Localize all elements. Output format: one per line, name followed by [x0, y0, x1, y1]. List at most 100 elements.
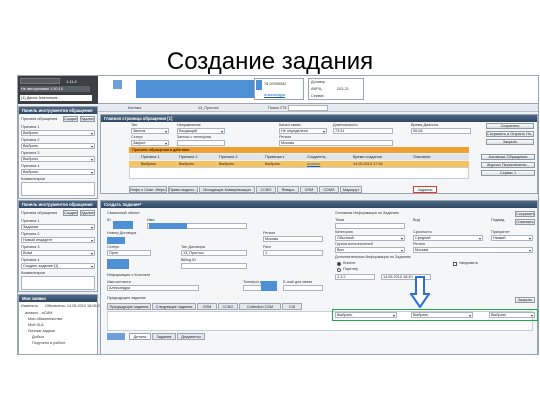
tab-documents[interactable]: Документы — [177, 333, 205, 340]
tab-session-info[interactable]: Инфо о Сеан. Инфо. — [129, 186, 167, 193]
tab-details[interactable]: Детали — [129, 333, 151, 340]
phone-record-label: Запись с телефона — [177, 135, 211, 139]
reason-4-select[interactable]: Выбрать — [21, 169, 95, 175]
subkind-select[interactable]: Выбрать — [489, 312, 535, 318]
save-open-new-button[interactable]: Сохранить и Открыть Но... — [486, 131, 534, 137]
tools-panel-2-title: Панель инструментов обращения — [19, 201, 97, 208]
reason2-2-select[interactable]: Новый инцидент — [21, 237, 95, 243]
task-status-field: Open — [107, 250, 151, 256]
request-item-1[interactable]: acrasov - аСИМ — [25, 311, 52, 315]
softphone-buttons[interactable] — [20, 78, 60, 84]
time-field[interactable]: 1:1:2 — [335, 274, 375, 280]
priority-select[interactable]: Низкий — [491, 235, 533, 241]
tab-route[interactable]: Маршрут — [340, 186, 362, 193]
dialog-time-label: Время Диалога — [411, 123, 439, 127]
service-1-button[interactable]: Сервис 1 — [481, 170, 535, 176]
nav-contact-value: 13_Прогноз — [198, 106, 219, 110]
group-select[interactable]: Вип — [335, 247, 405, 253]
softphone-line[interactable]: (1) Денис Анатольев... — [20, 95, 92, 101]
reason2-4-select[interactable]: Создать задание [1] — [21, 263, 95, 269]
tab-collection[interactable]: Collection CSM — [239, 303, 281, 310]
reason2-1-select[interactable]: Задания — [21, 224, 95, 230]
group-label: Группа исполнителей — [335, 242, 373, 246]
tab-tasks[interactable]: Задания — [413, 186, 437, 193]
tab-task-ccbo[interactable]: CCBO — [218, 303, 238, 310]
softphone-panel: Не авторизован 1:30:14 1:11:2 (1) Денис … — [18, 76, 98, 104]
task-cancel-button[interactable]: Отменить — [515, 219, 535, 225]
tab-video[interactable]: Прямо видеоз... — [168, 186, 198, 193]
request-item-3[interactable]: Мой SLA — [28, 323, 44, 327]
tab-january[interactable]: Январь — [277, 186, 299, 193]
tab-cdms[interactable]: CDMS — [319, 186, 339, 193]
reason2-3-select[interactable]: Возм — [21, 250, 95, 256]
reason-1-label: Причина 1 — [21, 125, 40, 129]
type-select[interactable]: Звонок — [131, 128, 169, 134]
request-item-5[interactable]: Добыл — [32, 335, 44, 339]
channel-select[interactable]: Не определено — [279, 128, 327, 134]
theme-select[interactable]: Выбрать — [335, 312, 397, 318]
nav-search-label: Поиск СТК — [268, 106, 287, 110]
phone-record-field[interactable] — [177, 140, 225, 146]
contact-name-label: Имя контакта — [107, 280, 131, 284]
kind-select[interactable]: Выбрать — [411, 312, 473, 318]
urgency-select[interactable]: Средний — [413, 235, 483, 241]
tab-task[interactable]: Задание — [152, 333, 176, 340]
rank-field: 1 — [263, 250, 323, 256]
status-select[interactable]: Закрыт — [131, 140, 169, 146]
tab-crm[interactable]: CRM — [300, 186, 318, 193]
grid-head-reason3: Причина 3 — [219, 155, 238, 159]
reason-3-select[interactable]: Выбрать — [21, 156, 95, 162]
appeal-page-title: Главная страница обращения [1] — [101, 115, 537, 122]
id-redacted — [256, 80, 262, 90]
tools-panel-1: Панель инструментов обращения Причина об… — [18, 106, 98, 199]
nav-search-input[interactable] — [288, 105, 328, 111]
direction-select[interactable]: Входящий — [177, 128, 225, 134]
class-subkind-label: Подвид — [491, 218, 505, 222]
tab-outgoing[interactable]: Исходящие Коммуникации — [199, 186, 255, 193]
request-item-6[interactable]: Поручено в работе — [32, 341, 65, 345]
task-save-button[interactable]: Сохранить — [515, 211, 535, 217]
contact-phone-redacted — [261, 281, 277, 291]
tools-panel-1-delete-button[interactable]: Удалить — [80, 116, 95, 122]
tab-next-tasks[interactable]: Следующие задания — [152, 303, 196, 310]
class-theme-field[interactable] — [335, 223, 405, 229]
grid-head-created: Время создания — [353, 155, 382, 159]
tab-cis[interactable]: CIS — [282, 303, 302, 310]
contact-name-field[interactable]: Александра — [107, 285, 199, 291]
billing-redacted — [107, 259, 129, 269]
task-region2-label: Регион — [413, 242, 426, 246]
tab-ccbo[interactable]: CCBO — [256, 186, 276, 193]
create-task-form: Создать Задание* Связанный объект ID Имя… — [100, 200, 538, 354]
notify-checkbox[interactable] — [453, 262, 457, 266]
tools-panel-1-create-button[interactable]: Создать — [63, 116, 78, 122]
appeal-page: Главная страница обращения [1] Тип Звоно… — [100, 114, 538, 194]
tools-panel-2-create-button[interactable]: Создать — [63, 210, 78, 216]
my-requests-edit[interactable]: Изменить — [21, 304, 38, 308]
reasons-grid-body — [129, 167, 469, 179]
task-close-button[interactable]: Закрыть — [515, 297, 535, 303]
reason-2-select[interactable]: Выбрать — [21, 143, 95, 149]
reason2-1-label: Причина 1 — [21, 219, 40, 223]
save-button[interactable]: Сохранить — [486, 123, 534, 129]
request-item-2[interactable]: Мои обязательства — [28, 317, 62, 321]
tools-panel-2-reason-label: Причина обращения — [21, 211, 58, 215]
partner-radio[interactable] — [337, 268, 341, 272]
tab-task-crm[interactable]: CRM — [197, 303, 217, 310]
contact-email-field[interactable] — [283, 285, 323, 291]
tools-panel-2-delete-button[interactable]: Удалить — [80, 210, 95, 216]
category-select[interactable]: Обычный — [335, 235, 405, 241]
contract-number-label: Номер Договора — [107, 231, 137, 235]
comment-input[interactable] — [21, 182, 95, 196]
switch-log-button[interactable]: Журнал Переключени... — [481, 162, 535, 168]
tools-panel-2: Панель инструментов обращения Причина об… — [18, 200, 98, 292]
comment2-input[interactable] — [21, 276, 95, 290]
active-appeals-button[interactable]: Активные Обращения — [481, 154, 535, 160]
request-item-4[interactable]: Личные задачи — [28, 329, 55, 333]
client-radio[interactable] — [337, 262, 341, 266]
close-button[interactable]: Закрыть — [486, 139, 534, 145]
task-region2-select[interactable]: Москва — [413, 247, 533, 253]
region-field: Москва — [279, 140, 393, 146]
reason-1-select[interactable]: Выбрать — [21, 130, 95, 136]
tab-prev-tasks[interactable]: Предыдущие задания — [107, 303, 151, 310]
nav-row: Контакт 13_Прогноз Поиск СТК — [98, 104, 538, 112]
